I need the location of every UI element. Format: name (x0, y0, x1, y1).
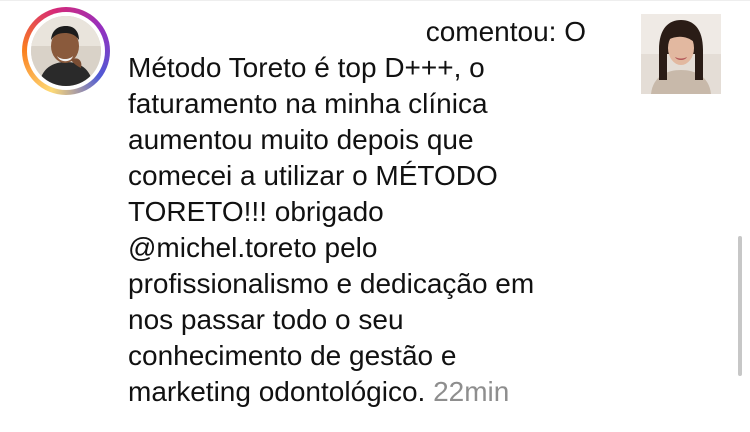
comment-line-last: marketing odontológico. (128, 376, 426, 407)
comment-line: Método Toreto é top D+++, o (128, 52, 485, 83)
avatar-ring-gap (27, 12, 105, 90)
comment-line: conhecimento de gestão e (128, 340, 457, 371)
comment-line: aumentou muito depois que (128, 124, 474, 155)
comment-line: faturamento na minha clínica (128, 88, 488, 119)
comment-line: TORETO!!! obrigado (128, 196, 384, 227)
comment-line: comecei a utilizar o MÉTODO (128, 160, 498, 191)
timestamp: 22min (433, 376, 510, 407)
notification-text[interactable]: comentou: O Método Toreto é top D+++, o … (128, 14, 598, 410)
top-divider (0, 0, 750, 1)
story-ring[interactable] (22, 7, 110, 95)
comment-verb: comentou: O (425, 16, 586, 47)
comment-line: @michel.toreto pelo (128, 232, 378, 263)
comment-line: profissionalismo e dedicação em (128, 268, 535, 299)
comment-line: nos passar todo o seu (128, 304, 404, 335)
post-thumbnail-woman-icon[interactable] (641, 14, 721, 94)
profile-photo-man-icon[interactable] (31, 16, 101, 86)
scrollbar[interactable] (738, 236, 742, 376)
